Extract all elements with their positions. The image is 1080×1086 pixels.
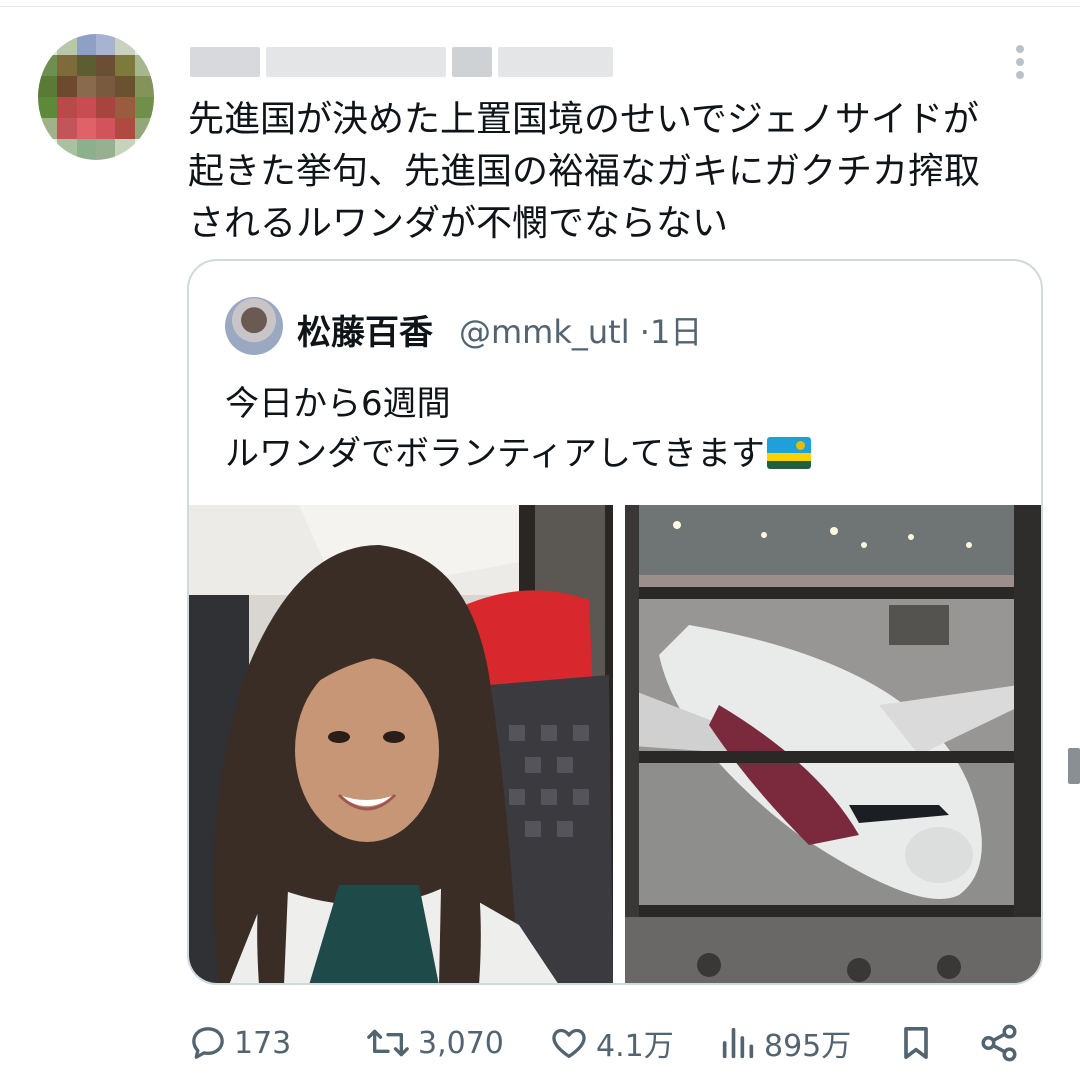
reply-icon [192, 1027, 224, 1059]
reply-count: 173 [234, 1025, 292, 1061]
quote-photo-selfie[interactable] [189, 505, 613, 983]
top-divider [0, 6, 1080, 7]
quote-photo-airplane[interactable] [619, 505, 1041, 983]
redacted-block [266, 47, 446, 77]
bookmark-button[interactable] [896, 1010, 936, 1076]
share-icon [981, 1024, 1017, 1062]
quote-author-avatar[interactable] [225, 297, 283, 355]
bookmark-icon [904, 1027, 928, 1059]
tweet-text-line: されるルワンダが不憫でならない [188, 203, 729, 244]
tweet-text-line: 起きた挙句、先進国の裕福なガキにガクチカ搾取 [188, 151, 981, 192]
author-avatar[interactable] [38, 34, 154, 160]
heart-icon [552, 1028, 586, 1058]
quote-text-line: ルワンダでボランティアしてきます [225, 429, 811, 479]
quote-separator: · [639, 313, 650, 351]
tweet-action-bar: 173 3,070 4.1万 895万 [0, 1010, 1080, 1076]
tweet-text: 先進国が決めた上置国境のせいでジェノサイドが 起きた挙句、先進国の裕福なガキにガ… [188, 94, 1048, 250]
tweet-text-line: 先進国が決めた上置国境のせいでジェノサイドが [188, 99, 979, 140]
views-count: 895万 [764, 1029, 852, 1064]
views-button[interactable]: 895万 [718, 1010, 851, 1076]
quote-text: 今日から6週間 ルワンダでボランティアしてきます [225, 379, 811, 479]
views-chart-icon [722, 1027, 754, 1059]
share-button[interactable] [978, 1010, 1020, 1076]
redacted-block [498, 47, 613, 77]
retweet-count: 3,070 [418, 1025, 504, 1061]
author-name-redacted[interactable] [190, 44, 620, 80]
quote-meta: @mmk_utl ·1日 [459, 307, 702, 353]
like-count: 4.1万 [596, 1029, 674, 1064]
quoted-tweet-card[interactable]: 松藤百香 @mmk_utl ·1日 今日から6週間 ルワンダでボランティアしてき… [187, 259, 1043, 985]
like-button[interactable]: 4.1万 [548, 1010, 674, 1076]
quote-display-name[interactable]: 松藤百香 [297, 305, 433, 354]
redacted-block [452, 47, 492, 77]
more-options-icon[interactable] [1008, 42, 1032, 86]
redacted-block [190, 47, 260, 77]
retweet-button[interactable]: 3,070 [364, 1010, 504, 1076]
airplane-image [619, 505, 1041, 983]
quote-time[interactable]: 1日 [650, 313, 702, 351]
reply-button[interactable]: 173 [188, 1010, 291, 1076]
quote-handle[interactable]: @mmk_utl [459, 313, 630, 351]
scrollbar-thumb[interactable] [1068, 748, 1080, 784]
selfie-image [189, 505, 613, 983]
quote-text-line-content: ルワンダでボランティアしてきます [225, 434, 765, 474]
retweet-icon [367, 1029, 409, 1057]
rwanda-flag-icon [766, 437, 811, 469]
quote-text-line: 今日から6週間 [225, 384, 451, 424]
